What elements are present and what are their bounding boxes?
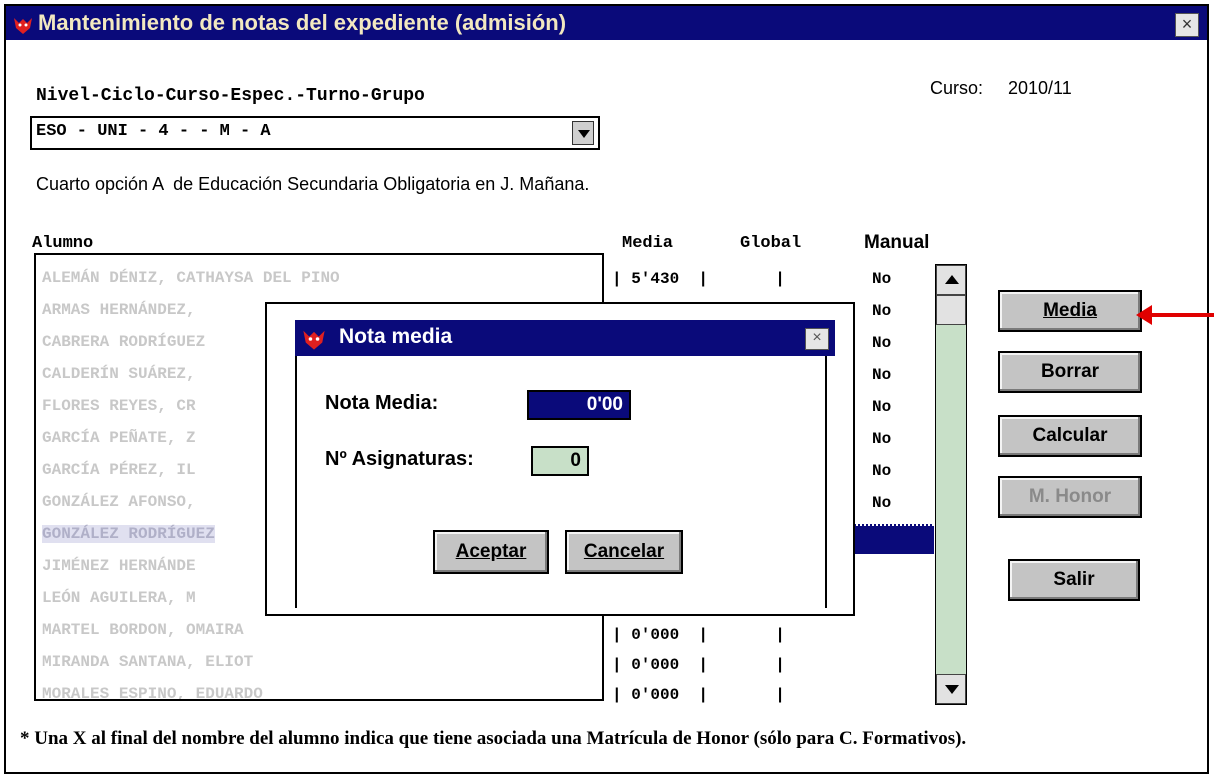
asignaturas-field[interactable]: 0	[531, 446, 589, 476]
list-item[interactable]: LEÓN AGUILERA, M	[42, 589, 196, 607]
manual-value: No	[872, 398, 892, 416]
list-item[interactable]: MORALES ESPINO, EDUARDO	[42, 685, 263, 699]
cancelar-button-label: Cancelar	[583, 541, 665, 562]
grade-row-12: | 0'000 | |	[612, 626, 785, 644]
close-icon[interactable]: ×	[1175, 13, 1199, 37]
grade-row-13: | 0'000 | |	[612, 656, 785, 674]
list-item-selected[interactable]: GONZÁLEZ RODRÍGUEZ	[42, 525, 215, 543]
course-value: 2010/11	[1008, 78, 1072, 98]
grade-row-1: | 5'430 | |	[612, 270, 785, 288]
main-window: Mantenimiento de notas del expediente (a…	[4, 4, 1214, 774]
salir-button[interactable]: Salir	[1008, 559, 1140, 601]
salir-button-label: Salir	[1053, 569, 1095, 590]
media-button[interactable]: Media	[998, 290, 1142, 332]
list-item[interactable]: CALDERÍN SUÁREZ,	[42, 365, 196, 383]
borrar-button-label: Borrar	[1040, 361, 1100, 382]
m-honor-button[interactable]: M. Honor	[998, 476, 1142, 518]
media-button-label: Media	[1043, 300, 1097, 321]
close-icon[interactable]: ×	[805, 328, 829, 350]
red-arrow-icon	[1136, 305, 1214, 325]
list-item[interactable]: JIMÉNEZ HERNÁNDE	[42, 557, 196, 575]
app-logo-icon	[303, 330, 325, 350]
course-label: Curso:	[930, 78, 984, 98]
cancelar-button[interactable]: Cancelar	[565, 530, 683, 574]
scroll-down-icon[interactable]	[936, 674, 966, 704]
m-honor-button-label: M. Honor	[1028, 486, 1112, 507]
column-global: Global	[740, 234, 802, 253]
dialog-right-border	[825, 356, 827, 608]
list-item[interactable]: MIRANDA SANTANA, ELIOT	[42, 653, 253, 671]
vertical-scrollbar[interactable]	[935, 264, 967, 705]
nota-media-dialog: Nota media × Nota Media: 0'00 Nº Asignat…	[265, 302, 855, 616]
chevron-down-icon[interactable]	[572, 121, 594, 145]
title-bar[interactable]: Mantenimiento de notas del expediente (a…	[6, 6, 1207, 40]
list-item[interactable]: CABRERA RODRÍGUEZ	[42, 333, 205, 351]
group-selector-value: ESO - UNI - 4 - - M - A	[36, 122, 271, 141]
calcular-button-label: Calcular	[1032, 425, 1108, 446]
group-selector-label: Nivel-Ciclo-Curso-Espec.-Turno-Grupo	[36, 86, 425, 106]
group-selector[interactable]: ESO - UNI - 4 - - M - A	[30, 116, 600, 150]
dialog-title: Nota media	[339, 325, 453, 348]
manual-value: No	[872, 334, 892, 352]
footer-note: * Una X al final del nombre del alumno i…	[20, 728, 967, 749]
manual-value: No	[872, 494, 892, 512]
aceptar-button-label: Aceptar	[455, 541, 527, 562]
calcular-button[interactable]: Calcular	[998, 415, 1142, 457]
list-item[interactable]: ARMAS HERNÁNDEZ,	[42, 301, 196, 319]
manual-value: No	[872, 366, 892, 384]
list-item[interactable]: ALEMÁN DÉNIZ, CATHAYSA DEL PINO	[42, 269, 340, 287]
list-item[interactable]: GARCÍA PÉREZ, IL	[42, 461, 196, 479]
list-item[interactable]: GONZÁLEZ AFONSO,	[42, 493, 196, 511]
manual-value: No	[872, 430, 892, 448]
column-media: Media	[622, 234, 674, 253]
scrollbar-thumb[interactable]	[936, 295, 966, 325]
window-title: Mantenimiento de notas del expediente (a…	[38, 10, 567, 35]
list-item[interactable]: MARTEL BORDON, OMAIRA	[42, 621, 244, 639]
group-description: Cuarto opción A de Educación Secundaria …	[36, 174, 590, 194]
column-manual: Manual	[864, 232, 930, 253]
column-alumno: Alumno	[32, 234, 94, 253]
app-logo-icon	[14, 18, 32, 34]
nota-media-field[interactable]: 0'00	[527, 390, 631, 420]
grade-row-14: | 0'000 | |	[612, 686, 785, 704]
nota-media-label: Nota Media:	[325, 392, 439, 414]
manual-value: No	[872, 270, 892, 288]
dialog-left-border	[295, 356, 297, 608]
list-item[interactable]: GARCÍA PEÑATE, Z	[42, 429, 196, 447]
manual-value: No	[872, 462, 892, 480]
borrar-button[interactable]: Borrar	[998, 351, 1142, 393]
list-item[interactable]: FLORES REYES, CR	[42, 397, 196, 415]
dialog-title-bar[interactable]: Nota media ×	[295, 320, 835, 356]
selected-row-highlight[interactable]	[852, 524, 934, 554]
asignaturas-label: Nº Asignaturas:	[325, 448, 474, 470]
scroll-up-icon[interactable]	[936, 265, 966, 295]
aceptar-button[interactable]: Aceptar	[433, 530, 549, 574]
manual-value: No	[872, 302, 892, 320]
